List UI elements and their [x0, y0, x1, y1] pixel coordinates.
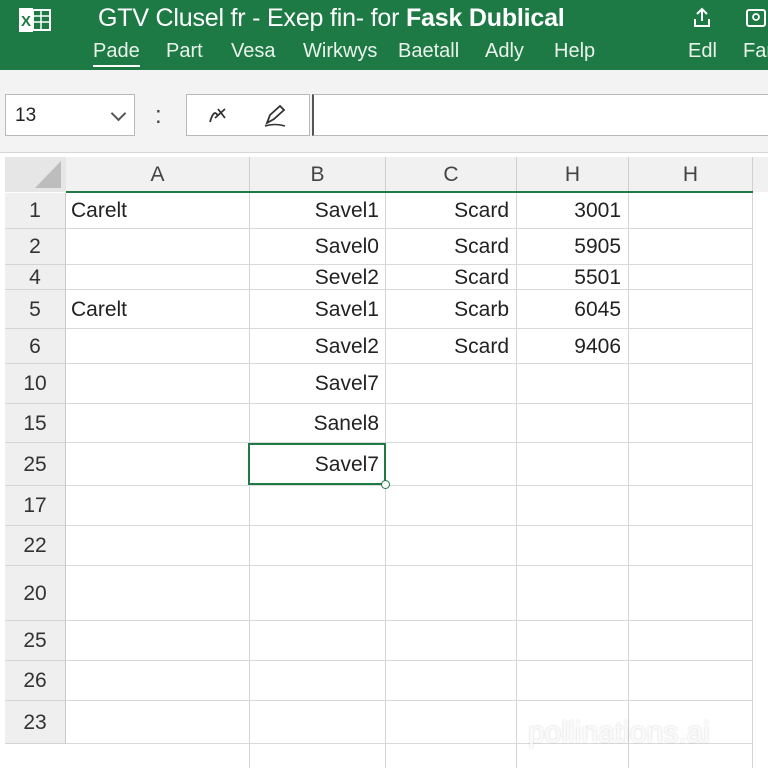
grid-line	[66, 660, 753, 661]
grid-line	[66, 485, 753, 486]
cancel-x-icon[interactable]	[205, 104, 231, 128]
grid-line	[66, 363, 753, 364]
row-header[interactable]: 2	[5, 229, 66, 265]
row-header[interactable]: 5	[5, 290, 66, 329]
selected-cell-b25[interactable]	[248, 443, 386, 485]
cell-b[interactable]: Savel1	[252, 199, 379, 223]
cell-c[interactable]: Scarb	[388, 298, 509, 322]
cell-b[interactable]: Savel1	[252, 298, 379, 322]
menu-tab-edl[interactable]: Edl	[688, 40, 717, 63]
ribbon-menu: Pade Part Vesa Wirkwys Baetall Adly Help…	[0, 40, 768, 68]
cell-b[interactable]: Savel2	[252, 335, 379, 359]
header-divider	[66, 191, 753, 193]
column-header-a[interactable]: A	[66, 157, 250, 192]
grid-line	[66, 228, 753, 229]
row-header[interactable]: 20	[5, 566, 66, 621]
excel-app-icon[interactable]: X	[18, 6, 52, 34]
function-buttons	[186, 94, 310, 136]
menu-tab-help[interactable]: Help	[554, 40, 595, 63]
cell-c[interactable]: Scard	[388, 235, 509, 259]
row-header[interactable]: 15	[5, 404, 66, 443]
share-icon[interactable]	[690, 6, 714, 30]
row-header[interactable]: 17	[5, 486, 66, 526]
row-header[interactable]: 22	[5, 526, 66, 566]
menu-tab-far[interactable]: Far	[743, 40, 768, 63]
row-header[interactable]: 25	[5, 443, 66, 486]
account-icon[interactable]	[744, 6, 768, 30]
grid-line	[66, 620, 753, 621]
cell-c[interactable]: Scard	[388, 199, 509, 223]
chevron-down-icon[interactable]	[110, 105, 127, 122]
pencil-edit-icon[interactable]	[261, 103, 289, 129]
menu-tab-pade[interactable]: Pade	[93, 40, 140, 67]
formula-input[interactable]	[312, 94, 768, 136]
cell-b[interactable]: Sanel8	[252, 412, 379, 436]
spreadsheet-grid: A B C H H 1 Carelt Savel1 Scard 3001 2 Savel0 S…	[0, 152, 768, 768]
name-box-value: 13	[15, 105, 37, 126]
column-header-h2[interactable]: H	[629, 157, 753, 192]
row-header[interactable]: 4	[5, 265, 66, 290]
row-header[interactable]: 1	[5, 193, 66, 229]
cell-a[interactable]: Carelt	[71, 199, 241, 223]
select-all-triangle-icon	[35, 161, 61, 188]
row-header[interactable]: 25	[5, 621, 66, 661]
grid-line	[66, 442, 753, 443]
window-title: GTV Clusel fr - Exep fin- for Fask Dubli…	[98, 4, 565, 33]
window-title-bold: Fask Dublical	[405, 4, 565, 32]
cell-b[interactable]: Savel0	[252, 235, 379, 259]
cell-h[interactable]: 6045	[519, 298, 621, 322]
name-box[interactable]: 13	[5, 94, 135, 136]
cell-b[interactable]: Savel7	[252, 372, 379, 396]
cell-h[interactable]: 5905	[519, 235, 621, 259]
menu-tab-wirkwys[interactable]: Wirkwys	[303, 40, 377, 63]
cell-a[interactable]: Carelt	[71, 298, 241, 322]
title-bar: X GTV Clusel fr - Exep fin- for Fask Dub…	[0, 0, 768, 70]
fill-handle[interactable]	[381, 480, 390, 489]
cell-c[interactable]: Scard	[388, 266, 509, 290]
name-box-separator: :	[155, 102, 162, 129]
grid-line	[752, 193, 753, 768]
menu-tab-vesa[interactable]: Vesa	[231, 40, 275, 63]
grid-line	[66, 328, 753, 329]
menu-tab-baetall[interactable]: Baetall	[398, 40, 459, 63]
cell-h[interactable]: 9406	[519, 335, 621, 359]
column-header-h[interactable]: H	[517, 157, 629, 192]
cell-h[interactable]: 3001	[519, 199, 621, 223]
menu-tab-part[interactable]: Part	[166, 40, 203, 63]
column-header-c[interactable]: C	[386, 157, 517, 192]
row-header[interactable]: 26	[5, 661, 66, 701]
column-header-overflow[interactable]	[753, 157, 768, 192]
window-title-text: GTV Clusel fr - Exep fin- for	[98, 4, 406, 32]
grid-line	[66, 565, 753, 566]
select-all-corner[interactable]	[5, 157, 66, 192]
row-header[interactable]: 23	[5, 701, 66, 744]
grid-line	[66, 525, 753, 526]
column-header-b[interactable]: B	[250, 157, 386, 192]
row-header[interactable]: 6	[5, 329, 66, 364]
cell-h[interactable]: 5501	[519, 266, 621, 290]
svg-text:X: X	[21, 13, 31, 30]
row-header[interactable]: 10	[5, 364, 66, 404]
cell-b[interactable]: Sevel2	[252, 266, 379, 290]
grid-line	[516, 193, 517, 768]
menu-tab-adly[interactable]: Adly	[485, 40, 524, 63]
cell-c[interactable]: Scard	[388, 335, 509, 359]
grid-line	[66, 403, 753, 404]
watermark-text: pollinations.ai	[528, 716, 710, 749]
grid-line	[628, 193, 629, 768]
grid-line	[66, 700, 753, 701]
